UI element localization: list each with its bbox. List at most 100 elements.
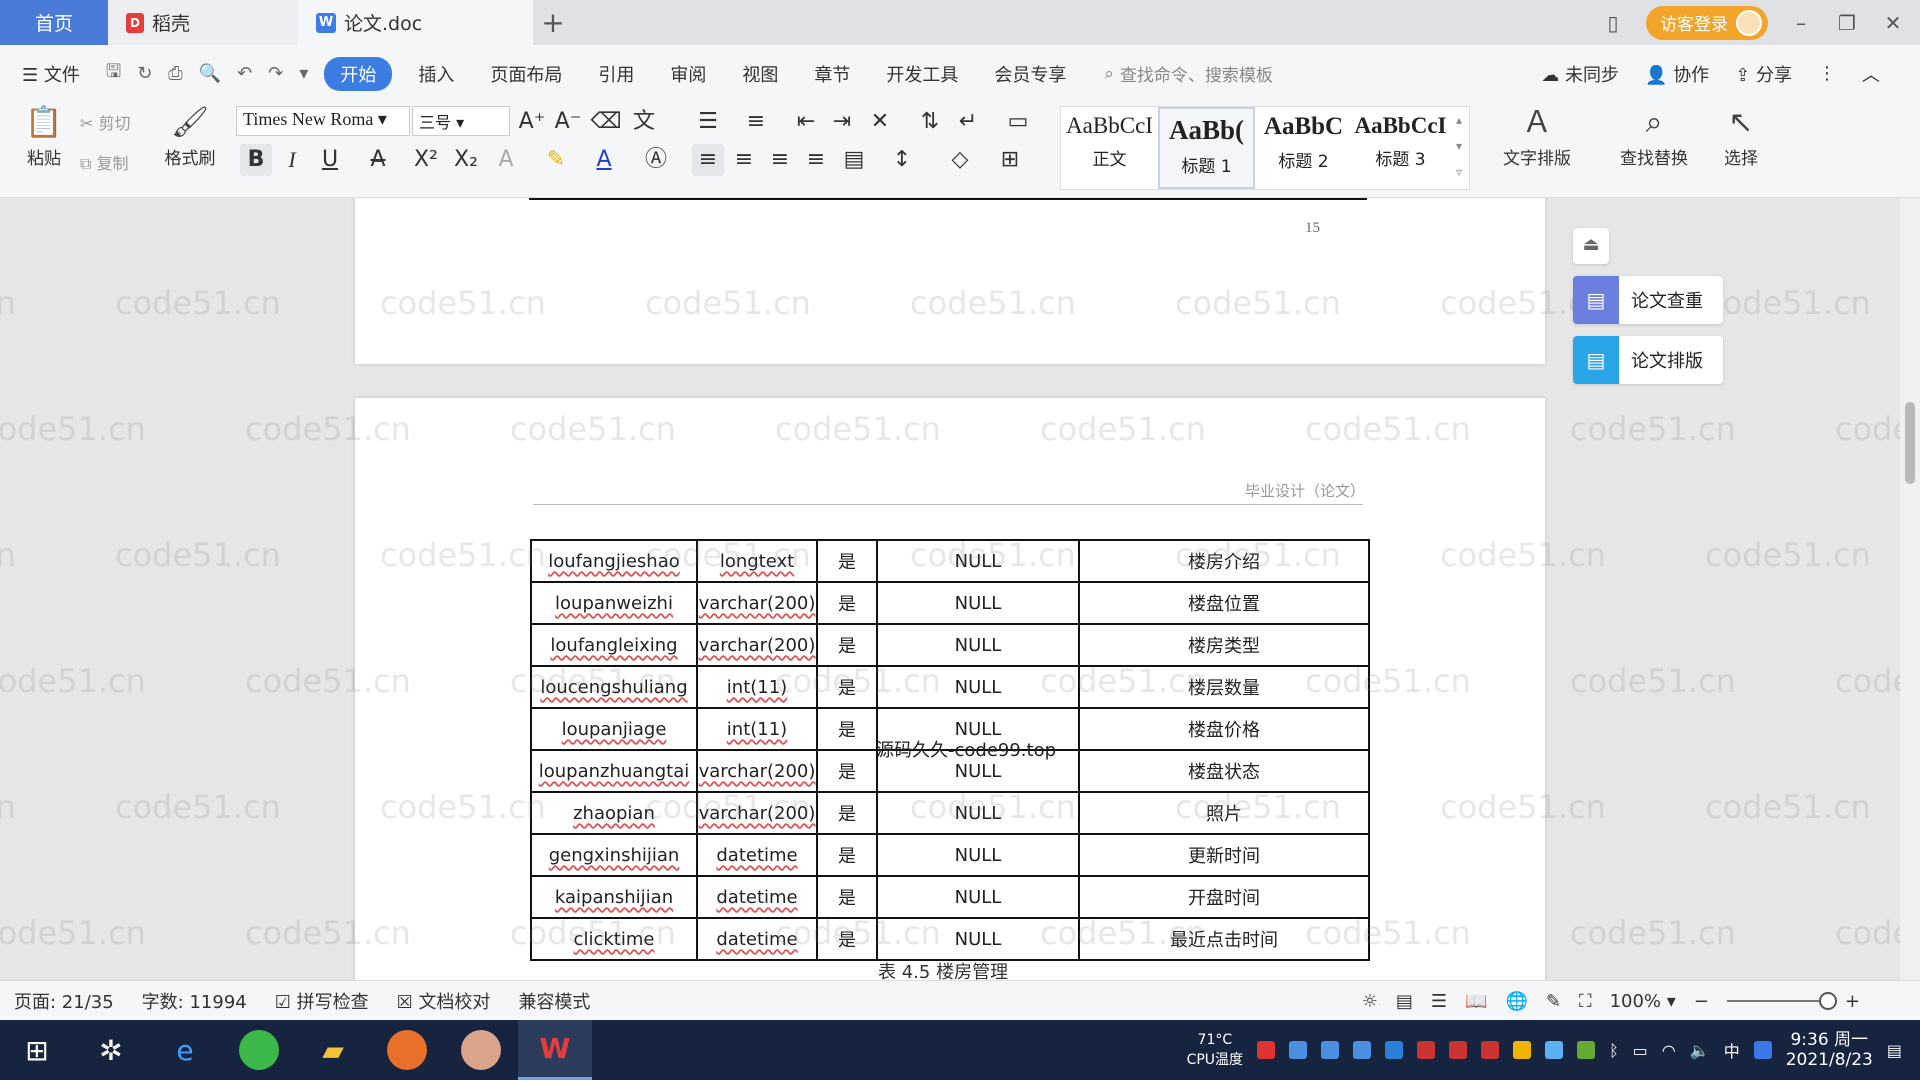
menu-item-review[interactable]: 审阅 <box>652 61 724 87</box>
highlight-icon[interactable]: ✎ <box>540 144 572 176</box>
taskbar-app-1[interactable]: ✲ <box>74 1020 148 1080</box>
zoom-in-icon[interactable]: + <box>1845 991 1860 1012</box>
menu-item-view[interactable]: 视图 <box>724 61 796 87</box>
print-icon[interactable]: ⎙ <box>160 63 190 84</box>
style-normal[interactable]: AaBbCcI 正文 <box>1061 107 1158 189</box>
customize-dropdown-icon[interactable]: ▾ <box>291 63 316 84</box>
tray-app-icon[interactable] <box>1289 1041 1308 1059</box>
style-heading-3[interactable]: AaBbCcI 标题 3 <box>1352 107 1449 189</box>
tray-app-icon[interactable] <box>1545 1041 1564 1059</box>
align-center-button[interactable]: ≡ <box>728 144 760 176</box>
italic-button[interactable]: I <box>276 144 308 176</box>
char-border-icon[interactable]: Ⓐ <box>640 144 672 176</box>
decrease-indent-icon[interactable]: ⇤ <box>790 106 822 138</box>
menu-item-developer[interactable]: 开发工具 <box>868 61 976 87</box>
undo-icon[interactable]: ↶ <box>229 63 260 84</box>
collapse-panel-icon[interactable]: ⏏ <box>1573 228 1609 264</box>
guest-login-button[interactable]: 访客登录 <box>1646 5 1768 40</box>
tray-app-icon[interactable] <box>1417 1041 1436 1059</box>
text-layout-button[interactable]: Ａ 文字排版 <box>1494 106 1580 170</box>
paper-check-button[interactable]: ▤ 论文查重 <box>1573 276 1723 324</box>
notification-icon[interactable]: ▤ <box>1887 1041 1902 1060</box>
taskbar-ie[interactable]: e <box>148 1020 222 1080</box>
font-color-icon[interactable]: A <box>588 144 620 176</box>
text-effect-icon[interactable]: A <box>490 144 522 176</box>
grow-font-icon[interactable]: A⁺ <box>516 106 548 138</box>
style-scroll-icon[interactable]: ▴ ▾ ▿ <box>1449 107 1469 189</box>
cpu-temp[interactable]: 71°C CPU温度 <box>1187 1030 1243 1070</box>
command-search[interactable]: ⌕ 查找命令、搜索模板 <box>1104 61 1273 87</box>
clock[interactable]: 9:36 周一 2021/8/23 <box>1786 1030 1873 1070</box>
style-heading-1[interactable]: AaBb(标题 1 <box>1158 107 1255 189</box>
tray-app-icon[interactable] <box>1321 1041 1340 1059</box>
bluetooth-icon[interactable]: ᛒ <box>1609 1041 1619 1060</box>
taskbar-browser[interactable] <box>222 1020 296 1080</box>
superscript-button[interactable]: X² <box>410 144 442 176</box>
shrink-font-icon[interactable]: A⁻ <box>552 106 584 138</box>
tab-document[interactable]: W 论文.doc <box>298 0 533 45</box>
increase-indent-icon[interactable]: ⇥ <box>826 106 858 138</box>
qq-icon[interactable] <box>1753 1041 1772 1059</box>
line-spacing-icon[interactable]: ↕ <box>886 144 918 176</box>
copy-button[interactable]: ⧉ 复制 <box>80 150 129 174</box>
clear-format-icon[interactable]: ⌫ <box>590 106 622 138</box>
close-icon[interactable]: ✕ <box>1880 11 1906 35</box>
redo-history-icon[interactable]: ↻ <box>129 63 160 84</box>
page-indicator[interactable]: 页面: 21/35 <box>0 988 128 1014</box>
menu-item-references[interactable]: 引用 <box>580 61 652 87</box>
taskbar-app-3[interactable] <box>444 1020 518 1080</box>
menu-item-chapter[interactable]: 章节 <box>796 61 868 87</box>
font-name-select[interactable]: Times New Roma ▾ <box>236 106 410 136</box>
nvidia-icon[interactable] <box>1577 1041 1596 1059</box>
page-view-icon[interactable]: ▤ <box>1396 991 1413 1012</box>
share-button[interactable]: ⇪ 分享 <box>1735 61 1792 87</box>
restore-icon[interactable]: ❐ <box>1834 11 1860 35</box>
battery-icon[interactable]: ▭ <box>1633 1041 1648 1060</box>
web-view-icon[interactable]: 🌐 <box>1505 991 1527 1012</box>
fit-page-icon[interactable]: ⛶ <box>1579 991 1592 1012</box>
save-icon[interactable]: 🖫 <box>98 59 129 89</box>
underline-button[interactable]: U <box>314 144 346 176</box>
menu-item-page-layout[interactable]: 页面布局 <box>472 61 580 87</box>
tray-app-icon[interactable] <box>1353 1041 1372 1059</box>
distributed-button[interactable]: ▤ <box>838 144 870 176</box>
spell-check-button[interactable]: ☑ 拼写检查 <box>261 988 383 1014</box>
bullet-list-icon[interactable]: ☰ <box>692 106 724 138</box>
new-tab-button[interactable]: + <box>533 0 573 45</box>
numbered-list-icon[interactable]: ≡ <box>740 106 772 138</box>
pen-icon[interactable]: ✎ <box>1546 991 1561 1012</box>
tab-home[interactable]: 首页 <box>0 0 108 45</box>
menu-item-member[interactable]: 会员专享 <box>976 61 1084 87</box>
collapse-ribbon-icon[interactable]: ︿ <box>1862 61 1880 87</box>
file-menu[interactable]: ☰ 文件 <box>0 61 98 87</box>
zoom-slider-knob[interactable] <box>1818 992 1837 1010</box>
wifi-icon[interactable]: ◠ <box>1662 1041 1676 1060</box>
outline-view-icon[interactable]: ☰ <box>1431 991 1447 1012</box>
word-count[interactable]: 字数: 11994 <box>128 988 261 1014</box>
eye-protect-icon[interactable]: ☼ <box>1362 991 1378 1012</box>
select-button[interactable]: ↖ 选择 <box>1714 106 1768 170</box>
zoom-level[interactable]: 100% ▾ <box>1610 991 1676 1012</box>
align-right-button[interactable]: ≡ <box>764 144 796 176</box>
taskbar-wps[interactable]: W <box>518 1020 592 1080</box>
paste-button[interactable]: 📋 粘贴 <box>14 106 74 170</box>
tray-app-icon[interactable] <box>1481 1041 1500 1059</box>
paper-layout-button[interactable]: ▤ 论文排版 <box>1573 336 1723 384</box>
menu-item-start[interactable]: 开始 <box>324 56 393 91</box>
volume-icon[interactable]: 🔈 <box>1690 1041 1710 1060</box>
ime-indicator[interactable]: 中 <box>1724 1038 1740 1062</box>
font-size-select[interactable]: 三号 ▾ <box>412 106 510 136</box>
zoom-slider[interactable] <box>1726 992 1837 1010</box>
tray-app-icon[interactable] <box>1257 1041 1276 1059</box>
format-painter-button[interactable]: 🖌 格式刷 <box>160 106 220 170</box>
show-marks-icon[interactable]: ↵ <box>952 106 984 138</box>
bold-button[interactable]: B <box>240 144 272 176</box>
strikethrough-button[interactable]: A <box>362 144 394 176</box>
vertical-scrollbar[interactable] <box>1900 198 1920 980</box>
menu-item-insert[interactable]: 插入 <box>400 61 472 87</box>
find-replace-button[interactable]: ⌕ 查找替换 <box>1606 106 1702 170</box>
proofread-button[interactable]: ☒ 文档校对 <box>383 988 505 1014</box>
align-left-button[interactable]: ≡ <box>692 144 724 176</box>
start-button[interactable]: ⊞ <box>0 1020 74 1080</box>
justify-button[interactable]: ≡ <box>800 144 832 176</box>
